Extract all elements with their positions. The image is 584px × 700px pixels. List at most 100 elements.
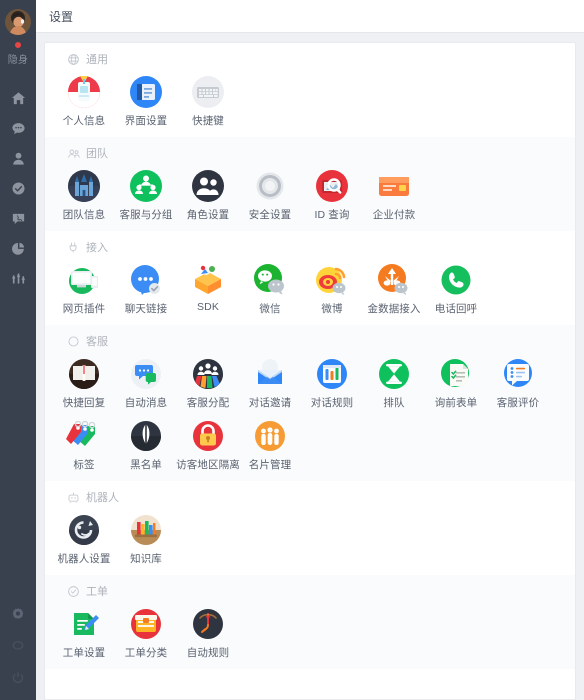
rating-blue-icon[interactable]: [500, 356, 536, 392]
tile-card-orange-icon[interactable]: 名片管理: [239, 413, 301, 475]
tile-label: SDK: [197, 301, 219, 313]
sidebar-item-statistics[interactable]: [0, 233, 36, 263]
tile-wechat-icon[interactable]: 微信: [239, 257, 301, 319]
tile-label: 团队信息: [62, 209, 106, 221]
form-green-icon[interactable]: [438, 356, 474, 392]
interface-book-icon[interactable]: [128, 74, 164, 110]
tile-label: 机器人设置: [57, 553, 111, 565]
sidebar-item-chat[interactable]: [0, 113, 36, 143]
robot-dark-icon[interactable]: [66, 512, 102, 548]
tile-orange-card-icon[interactable]: 企业付款: [363, 163, 425, 225]
tile-label: 自动消息: [124, 397, 168, 409]
tile-ticket-green-icon[interactable]: 工单设置: [53, 601, 115, 663]
tile-label: 微信: [259, 303, 281, 315]
green-group-icon[interactable]: [128, 168, 164, 204]
tile-label: 工单设置: [62, 647, 106, 659]
tile-label: 询前表单: [434, 397, 478, 409]
tile-hourglass-icon[interactable]: 排队: [363, 351, 425, 413]
sidebar-item-tools[interactable]: [0, 263, 36, 293]
tile-jinshuju-icon[interactable]: 金数据接入: [363, 257, 425, 319]
dark-people-icon[interactable]: [190, 168, 226, 204]
auto-message-icon[interactable]: [128, 356, 164, 392]
tile-interface-book-icon[interactable]: 界面设置: [115, 69, 177, 131]
tile-label: 访客地区隔离: [176, 459, 240, 471]
tile-green-group-icon[interactable]: 客服与分组: [115, 163, 177, 225]
wechat-icon[interactable]: [252, 262, 288, 298]
jinshuju-icon[interactable]: [376, 262, 412, 298]
sidebar-item-logout[interactable]: [0, 662, 36, 694]
sidebar-item-contacts[interactable]: [0, 143, 36, 173]
books-icon[interactable]: [128, 512, 164, 548]
sidebar-nav: [0, 83, 36, 293]
book-icon[interactable]: [66, 356, 102, 392]
card-orange-icon[interactable]: [252, 418, 288, 454]
ticket-green-icon[interactable]: [66, 606, 102, 642]
tile-assign-rainbow-icon[interactable]: 客服分配: [177, 351, 239, 413]
tile-blacklist-icon[interactable]: 黑名单: [115, 413, 177, 475]
app-root: 隐身 设置 通用 个人信息 界面设置 快捷键 团队 团队信息 客服与分组 角色设…: [0, 0, 584, 700]
tile-weibo-icon[interactable]: 微博: [301, 257, 363, 319]
tile-label: 聊天链接: [124, 303, 168, 315]
tile-sdk-box-icon[interactable]: SDK: [177, 257, 239, 319]
blue-chat-icon[interactable]: [128, 262, 164, 298]
tile-rules-blue-icon[interactable]: 对话规则: [301, 351, 363, 413]
tile-phone-green-icon[interactable]: 电话回呼: [425, 257, 487, 319]
auto-rule-icon[interactable]: [190, 606, 226, 642]
assign-rainbow-icon[interactable]: [190, 356, 226, 392]
keyboard-icon[interactable]: [190, 74, 226, 110]
section-robot: 机器人 机器人设置 知识库: [45, 481, 575, 575]
sdk-box-icon[interactable]: [190, 262, 226, 298]
section-access: 接入 网页插件 聊天链接 SDK 微信 微博 金数据接入 电话回呼: [45, 231, 575, 325]
tags-icon[interactable]: [66, 418, 102, 454]
envelope-icon[interactable]: [252, 356, 288, 392]
castle-icon[interactable]: [66, 168, 102, 204]
tile-grid-robot: 机器人设置 知识库: [45, 507, 575, 569]
tile-rating-blue-icon[interactable]: 客服评价: [487, 351, 549, 413]
tile-book-icon[interactable]: 快捷回复: [53, 351, 115, 413]
tile-label: 快捷键: [192, 115, 224, 127]
tile-red-search-icon[interactable]: ID 查询: [301, 163, 363, 225]
lock-red-icon[interactable]: [190, 418, 226, 454]
tile-label: 标签: [73, 459, 95, 471]
tile-castle-icon[interactable]: 团队信息: [53, 163, 115, 225]
orange-card-icon[interactable]: [376, 168, 412, 204]
gray-shield-ring-icon[interactable]: [252, 168, 288, 204]
tile-books-icon[interactable]: 知识库: [115, 507, 177, 569]
tile-label: 安全设置: [248, 209, 292, 221]
rules-blue-icon[interactable]: [314, 356, 350, 392]
tile-tags-icon[interactable]: 标签: [53, 413, 115, 475]
plug-icon: [67, 241, 80, 254]
sidebar-item-tasks[interactable]: [0, 173, 36, 203]
tile-ticket-red-icon[interactable]: 工单分类: [115, 601, 177, 663]
globe-icon: [67, 53, 80, 66]
tile-badge-icon[interactable]: 个人信息: [53, 69, 115, 131]
status-dot: [15, 42, 21, 48]
red-search-icon[interactable]: [314, 168, 350, 204]
tile-envelope-icon[interactable]: 对话邀请: [239, 351, 301, 413]
phone-green-icon[interactable]: [438, 262, 474, 298]
tile-auto-message-icon[interactable]: 自动消息: [115, 351, 177, 413]
ticket-red-icon[interactable]: [128, 606, 164, 642]
sidebar-item-feedback[interactable]: [0, 630, 36, 662]
tile-dark-people-icon[interactable]: 角色设置: [177, 163, 239, 225]
tile-lock-red-icon[interactable]: 访客地区隔离: [176, 413, 240, 475]
hourglass-icon[interactable]: [376, 356, 412, 392]
tile-gray-shield-ring-icon[interactable]: 安全设置: [239, 163, 301, 225]
tile-monitor-green-icon[interactable]: 网页插件: [53, 257, 115, 319]
avatar[interactable]: [5, 9, 31, 35]
sidebar-item-home[interactable]: [0, 83, 36, 113]
monitor-green-icon[interactable]: [66, 262, 102, 298]
tile-label: 角色设置: [186, 209, 230, 221]
tile-keyboard-icon[interactable]: 快捷键: [177, 69, 239, 131]
blacklist-icon[interactable]: [128, 418, 164, 454]
tile-robot-dark-icon[interactable]: 机器人设置: [53, 507, 115, 569]
weibo-icon[interactable]: [314, 262, 350, 298]
sidebar-item-tickets[interactable]: [0, 203, 36, 233]
tile-form-green-icon[interactable]: 询前表单: [425, 351, 487, 413]
tile-blue-chat-icon[interactable]: 聊天链接: [115, 257, 177, 319]
tile-auto-rule-icon[interactable]: 自动规则: [177, 601, 239, 663]
badge-icon[interactable]: [66, 74, 102, 110]
status-label[interactable]: 隐身: [8, 51, 29, 66]
sidebar-item-settings[interactable]: [0, 598, 36, 630]
sidebar: 隐身: [0, 0, 36, 700]
